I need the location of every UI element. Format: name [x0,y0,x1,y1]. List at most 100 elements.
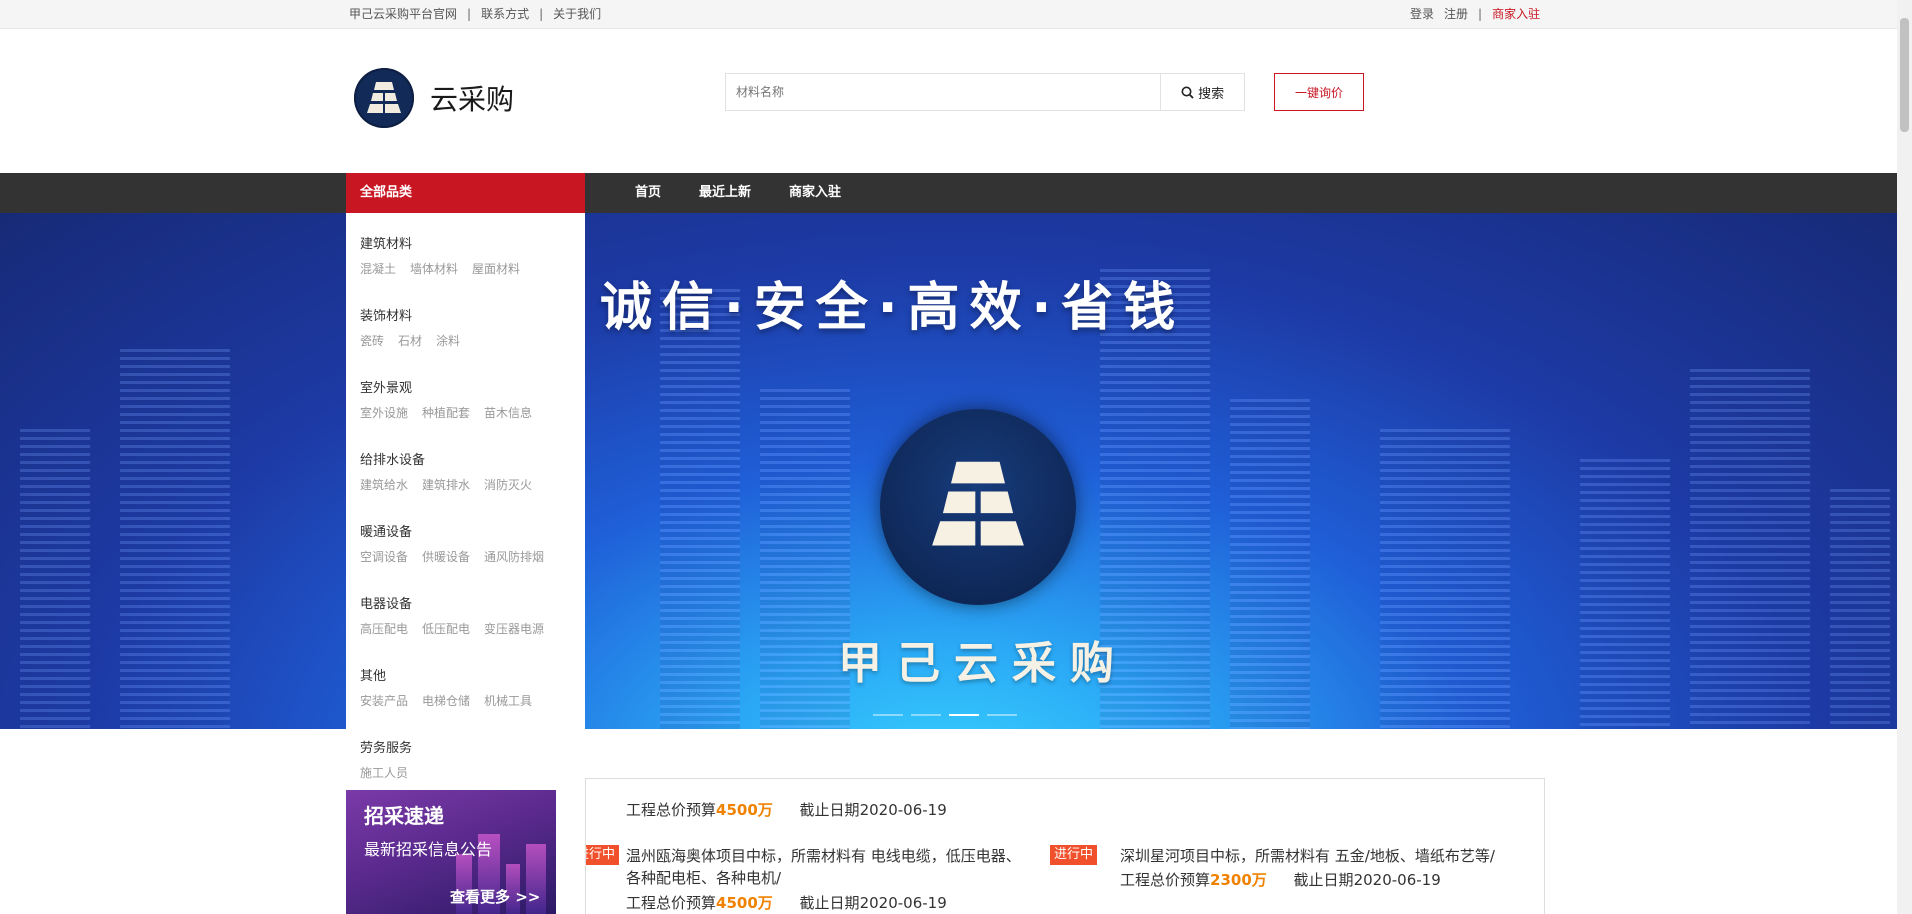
category-sub[interactable]: 低压配电 [422,620,470,637]
tender-promo-banner[interactable]: 招采速递 最新招采信息公告 查看更多 >> [346,790,556,914]
category-sub[interactable]: 墙体材料 [410,260,458,277]
separator: | [539,6,544,21]
category-sub[interactable]: 苗木信息 [484,404,532,421]
category-sub[interactable]: 安装产品 [360,692,408,709]
official-site-link[interactable]: 甲己云采购平台官网 [349,5,457,22]
search-button-label: 搜索 [1198,86,1225,102]
search-input[interactable] [726,74,1161,110]
category-sub[interactable]: 瓷砖 [360,332,384,349]
carousel-dot-active[interactable] [949,714,979,716]
carousel-indicators [873,714,1017,716]
category-title[interactable]: 室外景观 [360,377,532,396]
category-title[interactable]: 装饰材料 [360,305,460,324]
category-group: 装饰材料 瓷砖 石材 涂料 [360,305,460,349]
category-sub[interactable]: 施工人员 [360,764,408,781]
deadline-value: 2020-06-19 [859,801,947,819]
category-title[interactable]: 暖通设备 [360,521,544,540]
category-sub[interactable]: 石材 [398,332,422,349]
main-nav: 全部品类 首页 最近上新 商家入驻 [0,173,1897,213]
building-decoration [1380,429,1510,729]
building-decoration [1690,369,1810,729]
category-sub[interactable]: 屋面材料 [472,260,520,277]
building-decoration [660,289,740,729]
deadline-label: 截止日期 [799,801,860,819]
logo-icon[interactable] [354,68,414,128]
tender-meta: 工程总价预算4500万 截止日期2020-06-19 [626,892,947,913]
category-title[interactable]: 建筑材料 [360,233,520,252]
separator: | [1478,6,1483,21]
login-link[interactable]: 登录 [1410,5,1434,22]
category-group: 其他 安装产品 电梯仓储 机械工具 [360,665,532,709]
banner-slogan: 诚信·安全·高效·省钱 [600,278,1186,338]
category-sub[interactable]: 空调设备 [360,548,408,565]
category-sub[interactable]: 种植配套 [422,404,470,421]
category-group: 建筑材料 混凝土 墙体材料 屋面材料 [360,233,520,277]
carousel-dot[interactable] [873,714,903,716]
category-sub[interactable]: 通风防排烟 [484,548,544,565]
budget-amount: 4500万 [716,801,773,819]
deadline-value: 2020-06-19 [859,894,947,912]
category-sub[interactable]: 混凝土 [360,260,396,277]
nav-home[interactable]: 首页 [635,173,661,213]
tender-desc[interactable]: 各种配电柜、各种电机/ [626,867,781,888]
category-panel: 建筑材料 混凝土 墙体材料 屋面材料 装饰材料 瓷砖 石材 涂料 室外景观 室外… [346,213,585,783]
budget-label: 工程总价预算 [626,801,717,819]
all-categories-tab[interactable]: 全部品类 [346,173,585,213]
category-group: 给排水设备 建筑给水 建筑排水 消防灭火 [360,449,532,493]
category-sub[interactable]: 建筑给水 [360,476,408,493]
hero-banner[interactable]: 诚信·安全·高效·省钱 甲己云采购 [0,213,1897,729]
category-sub[interactable]: 高压配电 [360,620,408,637]
category-title[interactable]: 电器设备 [360,593,544,612]
category-sub[interactable]: 建筑排水 [422,476,470,493]
search-bar: 搜索 [725,73,1245,111]
tender-desc[interactable]: 温州瓯海奥体项目中标，所需材料有 电线电缆，低压电器、 [626,845,1021,866]
category-group: 室外景观 室外设施 种植配套 苗木信息 [360,377,532,421]
nav-merchant-join[interactable]: 商家入驻 [789,173,841,213]
category-group: 电器设备 高压配电 低压配电 变压器电源 [360,593,544,637]
category-title[interactable]: 劳务服务 [360,737,412,756]
quick-quote-button[interactable]: 一键询价 [1274,73,1364,111]
budget-amount: 4500万 [716,894,773,912]
category-sub[interactable]: 消防灭火 [484,476,532,493]
category-sub[interactable]: 供暖设备 [422,548,470,565]
nav-links: 首页 最近上新 商家入驻 [635,173,841,213]
budget-label: 工程总价预算 [1120,871,1211,889]
nav-new-arrivals[interactable]: 最近上新 [699,173,751,213]
deadline-label: 截止日期 [799,894,860,912]
category-sub[interactable]: 变压器电源 [484,620,544,637]
status-badge: 进行中 [1050,845,1098,865]
separator: | [467,6,472,21]
category-group: 暖通设备 空调设备 供暖设备 通风防排烟 [360,521,544,565]
about-link[interactable]: 关于我们 [553,5,601,22]
top-links: 甲己云采购平台官网 | 联系方式 | 关于我们 [349,5,601,22]
budget-amount: 2300万 [1210,871,1267,889]
category-sub[interactable]: 涂料 [436,332,460,349]
contact-link[interactable]: 联系方式 [481,5,529,22]
tender-meta: 工程总价预算2300万 截止日期2020-06-19 [1120,869,1441,890]
carousel-dot[interactable] [987,714,1017,716]
pyramid-icon [932,461,1024,546]
deadline-label: 截止日期 [1293,871,1354,889]
category-sub[interactable]: 机械工具 [484,692,532,709]
deadline-value: 2020-06-19 [1353,871,1441,889]
carousel-dot[interactable] [911,714,941,716]
register-link[interactable]: 注册 [1444,5,1468,22]
search-button[interactable]: 搜索 [1160,74,1244,110]
category-title[interactable]: 其他 [360,665,532,684]
category-title[interactable]: 给排水设备 [360,449,532,468]
category-group: 劳务服务 施工人员 [360,737,412,781]
view-more-link[interactable]: 查看更多 >> [450,886,540,907]
banner-logo-icon [880,409,1076,605]
merchant-join-link[interactable]: 商家入驻 [1492,5,1540,22]
tender-desc[interactable]: 深圳星河项目中标，所需材料有 五金/地板、墙纸布艺等/ [1120,845,1495,866]
building-decoration [20,429,90,729]
brand-name: 云采购 [430,83,515,116]
category-sub[interactable]: 室外设施 [360,404,408,421]
building-decoration [1830,489,1890,729]
scrollbar-thumb[interactable] [1900,18,1909,132]
tender-list: 工程总价预算4500万 截止日期2020-06-19 进行中 温州瓯海奥体项目中… [585,778,1545,914]
category-sub[interactable]: 电梯仓储 [422,692,470,709]
building-decoration [1580,459,1670,729]
page-scrollbar[interactable] [1897,0,1912,914]
banner-brand-name: 甲己云采购 [838,638,1128,689]
